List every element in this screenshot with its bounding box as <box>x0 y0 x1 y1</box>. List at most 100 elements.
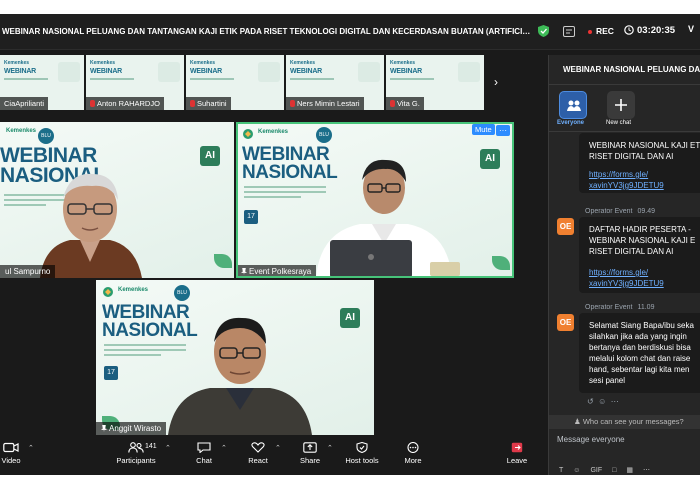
message-actions: ↺ ☺ ⋯ <box>587 397 619 406</box>
leave-button[interactable]: Leave <box>504 442 530 465</box>
chevron-up-icon[interactable]: ⌃ <box>327 444 333 452</box>
new-chat-label: New chat <box>606 120 632 126</box>
thumb-kemenkes: Kemenkes <box>90 60 116 66</box>
thumb-graphic <box>258 62 280 82</box>
emoji-icon[interactable]: ☺ <box>573 467 580 474</box>
zoom-window: WEBINAR NASIONAL PELUANG DAN TANTANGAN K… <box>0 14 700 475</box>
kemenkes-logo: Kemenkes <box>258 129 289 135</box>
chevron-up-icon[interactable]: ⌃ <box>28 444 34 452</box>
meeting-title: WEBINAR NASIONAL PELUANG DAN TANTANGAN K… <box>2 27 532 36</box>
thumbnail-tile[interactable]: Kemenkes WEBINAR Anton RAHARDJO <box>86 55 186 110</box>
thumb-headline: WEBINAR <box>90 68 123 75</box>
more-button[interactable]: More <box>400 442 426 465</box>
participant-name: Anggit Wirasto <box>96 422 167 435</box>
share-button[interactable]: Share <box>296 442 324 465</box>
chat-format-toolbar: T ☺ GIF □ ▦ ⋯ <box>559 466 660 474</box>
shield-host-icon <box>356 442 368 453</box>
chat-recipient-tabs: Everyone New chat <box>549 86 700 132</box>
blu-logo: BLU <box>38 128 54 144</box>
form-link[interactable]: https://forms.gle/ <box>589 169 648 180</box>
clock-icon <box>624 25 634 35</box>
chat-button[interactable]: Chat <box>190 442 218 465</box>
thumbnail-name: CiaAprilianti <box>0 97 49 110</box>
shield-icon[interactable] <box>538 25 549 37</box>
camera-icon <box>3 442 19 453</box>
message-line: silahkan jika ada yang ingin <box>589 332 687 341</box>
thumbnail-strip: Kemenkes WEBINAR CiaAprilianti Kemenkes … <box>0 55 484 110</box>
file-icon[interactable]: □ <box>612 467 616 474</box>
form-link[interactable]: https://forms.gle/ <box>589 267 648 278</box>
chat-messages: WEBINAR NASIONAL KAJI ET RISET DIGITAL D… <box>549 133 700 416</box>
ai-badge: AI <box>200 146 220 166</box>
more-dots-icon[interactable]: ⋯ <box>611 397 619 406</box>
chat-panel: WEBINAR NASIONAL PELUANG DAN Everyone Ne… <box>548 55 700 475</box>
message-line: Selamat Siang Bapa/ibu seka <box>589 321 694 330</box>
timer-text: 03:20:35 <box>637 25 676 36</box>
message-sender: Operator Event 11.09 <box>585 304 655 311</box>
chevron-right-icon[interactable]: › <box>486 55 506 110</box>
emoji-react-icon[interactable]: ☺ <box>598 397 606 406</box>
form-link[interactable]: xavinYV3jg9JDETU9 <box>589 278 664 289</box>
message-line: sesi panel <box>589 376 626 385</box>
host-tools-button[interactable]: Host tools <box>342 442 382 465</box>
chat-input[interactable]: Message everyone T ☺ GIF □ ▦ ⋯ <box>549 429 700 475</box>
message-line: DAFTAR HADIR PESERTA - <box>589 225 691 234</box>
thumbnail-name: Ners Mimin Lestari <box>286 97 364 110</box>
meeting-toolbar: Video ⌃ Participants 141 ⌃ Chat ⌃ React … <box>0 440 548 475</box>
video-button[interactable]: Video <box>0 442 22 465</box>
chevron-up-icon[interactable]: ⌃ <box>275 444 281 452</box>
react-button[interactable]: React <box>244 442 272 465</box>
video-tile[interactable]: Kemenkes BLU WEBINAR NASIONAL 17 AI Anggi… <box>96 280 374 435</box>
message-line: bertanya dan berdiskusi bisa <box>589 343 691 352</box>
captions-icon[interactable] <box>563 26 575 37</box>
speaker-video <box>316 159 460 278</box>
thumb-kemenkes: Kemenkes <box>190 60 216 66</box>
more-options-button[interactable]: ··· <box>496 125 510 136</box>
gif-icon[interactable]: GIF <box>590 467 602 474</box>
chat-title: WEBINAR NASIONAL PELUANG DAN <box>563 65 700 74</box>
chevron-up-icon[interactable]: ⌃ <box>221 444 227 452</box>
thumb-stripe <box>90 78 134 80</box>
more-dots-icon[interactable]: ⋯ <box>643 467 650 474</box>
blu-logo: BLU <box>316 127 332 143</box>
thumb-stripe <box>390 78 434 80</box>
thumb-graphic <box>458 62 480 82</box>
speaker-video <box>168 317 312 435</box>
message-line: RISET DIGITAL DAN AI <box>589 247 674 256</box>
video-tile-active[interactable]: Kemenkes BLU WEBINAR NASIONAL 17 AI Mute … <box>236 122 514 278</box>
form-link[interactable]: xavinYV3jg9JDETU9 <box>589 180 664 191</box>
thumb-headline: WEBINAR <box>190 68 223 75</box>
ai-badge: AI <box>480 149 500 169</box>
thumbnail-tile[interactable]: Kemenkes WEBINAR CiaAprilianti <box>0 55 86 110</box>
thumb-graphic <box>358 62 380 82</box>
view-button[interactable]: V <box>688 24 694 34</box>
message-line: hand, sebentar lagi kita men <box>589 365 690 374</box>
thumbnail-tile[interactable]: Kemenkes WEBINAR Ners Mimin Lestari <box>286 55 386 110</box>
reply-icon[interactable]: ↺ <box>587 397 594 406</box>
who-can-see-link[interactable]: ♟ Who can see your messages? <box>549 415 700 429</box>
participant-name: Event Polkesraya <box>236 265 317 278</box>
thumbnail-tile[interactable]: Kemenkes WEBINAR Suhartini <box>186 55 286 110</box>
mute-participant-button[interactable]: Mute <box>472 124 495 135</box>
date-badge: 17 <box>244 210 258 224</box>
more-dots-icon <box>407 442 419 453</box>
kemenkes-leaf-icon <box>103 287 113 297</box>
everyone-tab[interactable] <box>559 91 587 119</box>
chat-input-placeholder: Message everyone <box>557 435 625 444</box>
thumb-headline: WEBINAR <box>390 68 423 75</box>
new-chat-tab[interactable] <box>607 91 635 119</box>
heart-icon <box>251 442 265 453</box>
text-format-icon[interactable]: T <box>559 467 563 474</box>
chat-icon <box>197 442 211 453</box>
screenshot-icon[interactable]: ▦ <box>626 467 633 474</box>
message-sender: Operator Event 09.49 <box>585 208 655 215</box>
ai-badge: AI <box>340 308 360 328</box>
video-tile[interactable]: Kemenkes BLU WEBINAR NASIONAL AI ul Sampu… <box>0 122 234 278</box>
participants-icon <box>128 442 144 453</box>
thumbnail-tile[interactable]: Kemenkes WEBINAR Vita G. <box>386 55 484 110</box>
thumb-graphic <box>158 62 180 82</box>
recording-indicator[interactable]: REC <box>588 26 614 36</box>
chevron-up-icon[interactable]: ⌃ <box>165 444 171 452</box>
speaker-video <box>40 173 142 278</box>
muted-mic-icon <box>290 100 295 107</box>
